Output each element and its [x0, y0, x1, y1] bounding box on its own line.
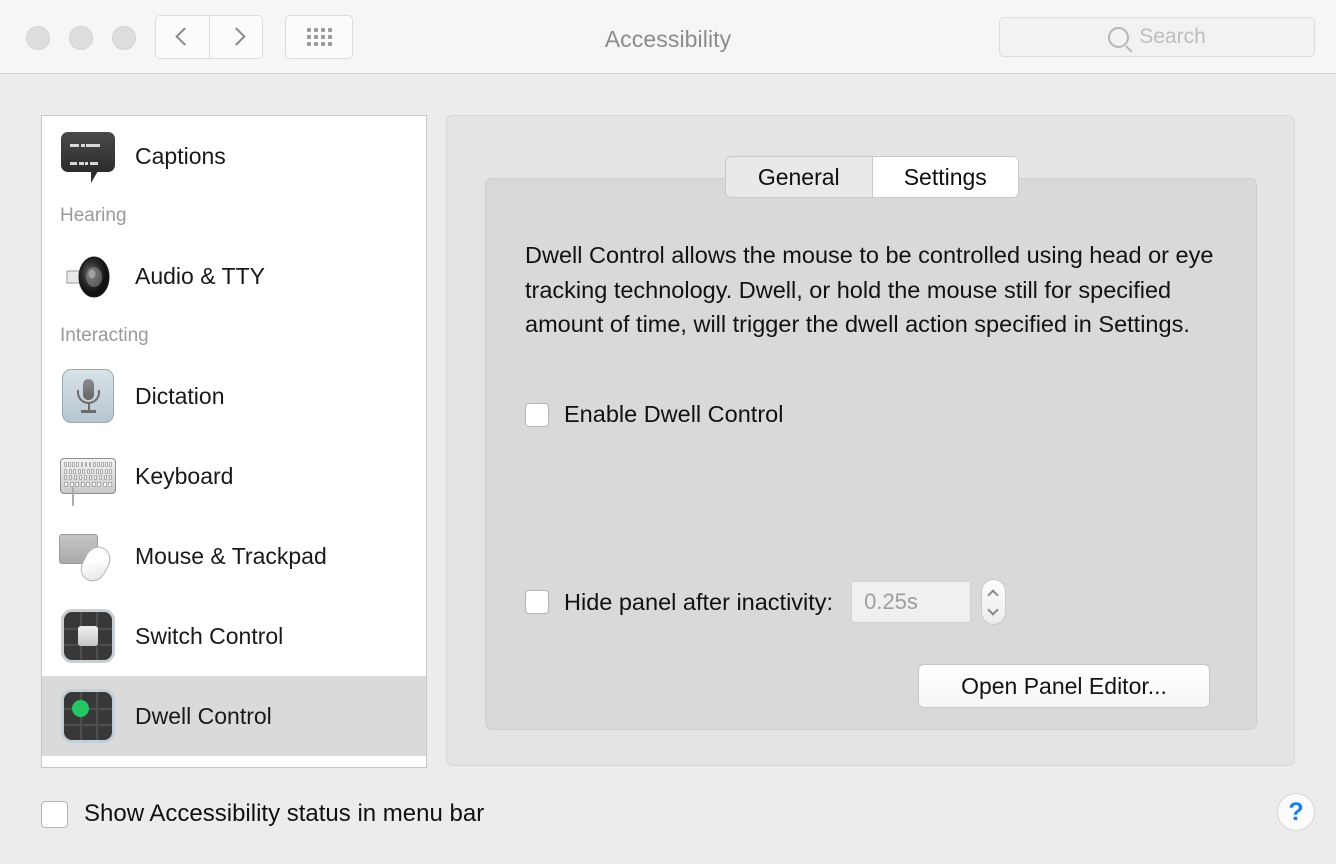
sidebar-item-label: Mouse & Trackpad — [135, 543, 327, 570]
hide-panel-row[interactable]: Hide panel after inactivity: 0.25s — [525, 579, 1006, 625]
inactivity-duration-input[interactable]: 0.25s — [851, 581, 971, 623]
enable-dwell-control-checkbox[interactable] — [525, 403, 549, 427]
sidebar-item-label: Captions — [135, 143, 226, 170]
chevron-down-icon[interactable] — [989, 606, 998, 615]
sidebar-item-label: Dwell Control — [135, 703, 272, 730]
dwell-description: Dwell Control allows the mouse to be con… — [525, 238, 1225, 342]
sidebar-item-dwell-control[interactable]: Dwell Control — [42, 676, 426, 756]
open-panel-editor-button[interactable]: Open Panel Editor... — [918, 664, 1210, 708]
settings-content-box: Dwell Control allows the mouse to be con… — [485, 178, 1257, 730]
sidebar-item-dictation[interactable]: Dictation — [42, 356, 426, 436]
search-icon — [1108, 27, 1129, 48]
show-accessibility-status-checkbox[interactable] — [41, 801, 68, 828]
window-toolbar: Accessibility Search — [0, 0, 1336, 74]
sidebar-item-label: Audio & TTY — [135, 263, 265, 290]
show-accessibility-status-label: Show Accessibility status in menu bar — [84, 800, 484, 828]
sidebar-item-keyboard[interactable]: Keyboard — [42, 436, 426, 516]
sidebar-item-captions[interactable]: Captions — [42, 116, 426, 196]
dwell-control-icon — [58, 686, 118, 746]
tab-bar: General Settings — [725, 156, 1019, 198]
sidebar-item-label: Dictation — [135, 383, 224, 410]
microphone-icon — [58, 366, 118, 426]
search-placeholder: Search — [1139, 25, 1206, 49]
show-accessibility-status-row[interactable]: Show Accessibility status in menu bar — [41, 800, 484, 828]
search-input[interactable]: Search — [999, 17, 1315, 57]
accessibility-feature-list[interactable]: Captions Hearing Audio & TTY Interacting — [41, 115, 427, 768]
enable-dwell-control-row[interactable]: Enable Dwell Control — [525, 401, 783, 428]
captions-icon — [58, 126, 118, 186]
sidebar-item-label: Switch Control — [135, 623, 283, 650]
keyboard-icon — [58, 446, 118, 506]
inactivity-duration-stepper[interactable] — [981, 579, 1006, 625]
sidebar-item-audio-tty[interactable]: Audio & TTY — [42, 236, 426, 316]
tab-settings[interactable]: Settings — [873, 157, 1019, 197]
enable-dwell-control-label: Enable Dwell Control — [564, 401, 783, 428]
hide-panel-checkbox[interactable] — [525, 590, 549, 614]
sidebar-item-mouse-trackpad[interactable]: Mouse & Trackpad — [42, 516, 426, 596]
hide-panel-label: Hide panel after inactivity: — [564, 589, 833, 616]
speaker-icon — [58, 246, 118, 306]
sidebar-group-interacting: Interacting — [42, 316, 426, 356]
switch-control-icon — [58, 606, 118, 666]
tab-general[interactable]: General — [726, 157, 872, 197]
sidebar-item-switch-control[interactable]: Switch Control — [42, 596, 426, 676]
chevron-up-icon[interactable] — [989, 589, 998, 598]
sidebar-item-label: Keyboard — [135, 463, 233, 490]
mouse-trackpad-icon — [58, 526, 118, 586]
sidebar-group-hearing: Hearing — [42, 196, 426, 236]
dwell-control-panel: General Settings Dwell Control allows th… — [446, 115, 1295, 766]
help-button[interactable]: ? — [1277, 793, 1315, 831]
